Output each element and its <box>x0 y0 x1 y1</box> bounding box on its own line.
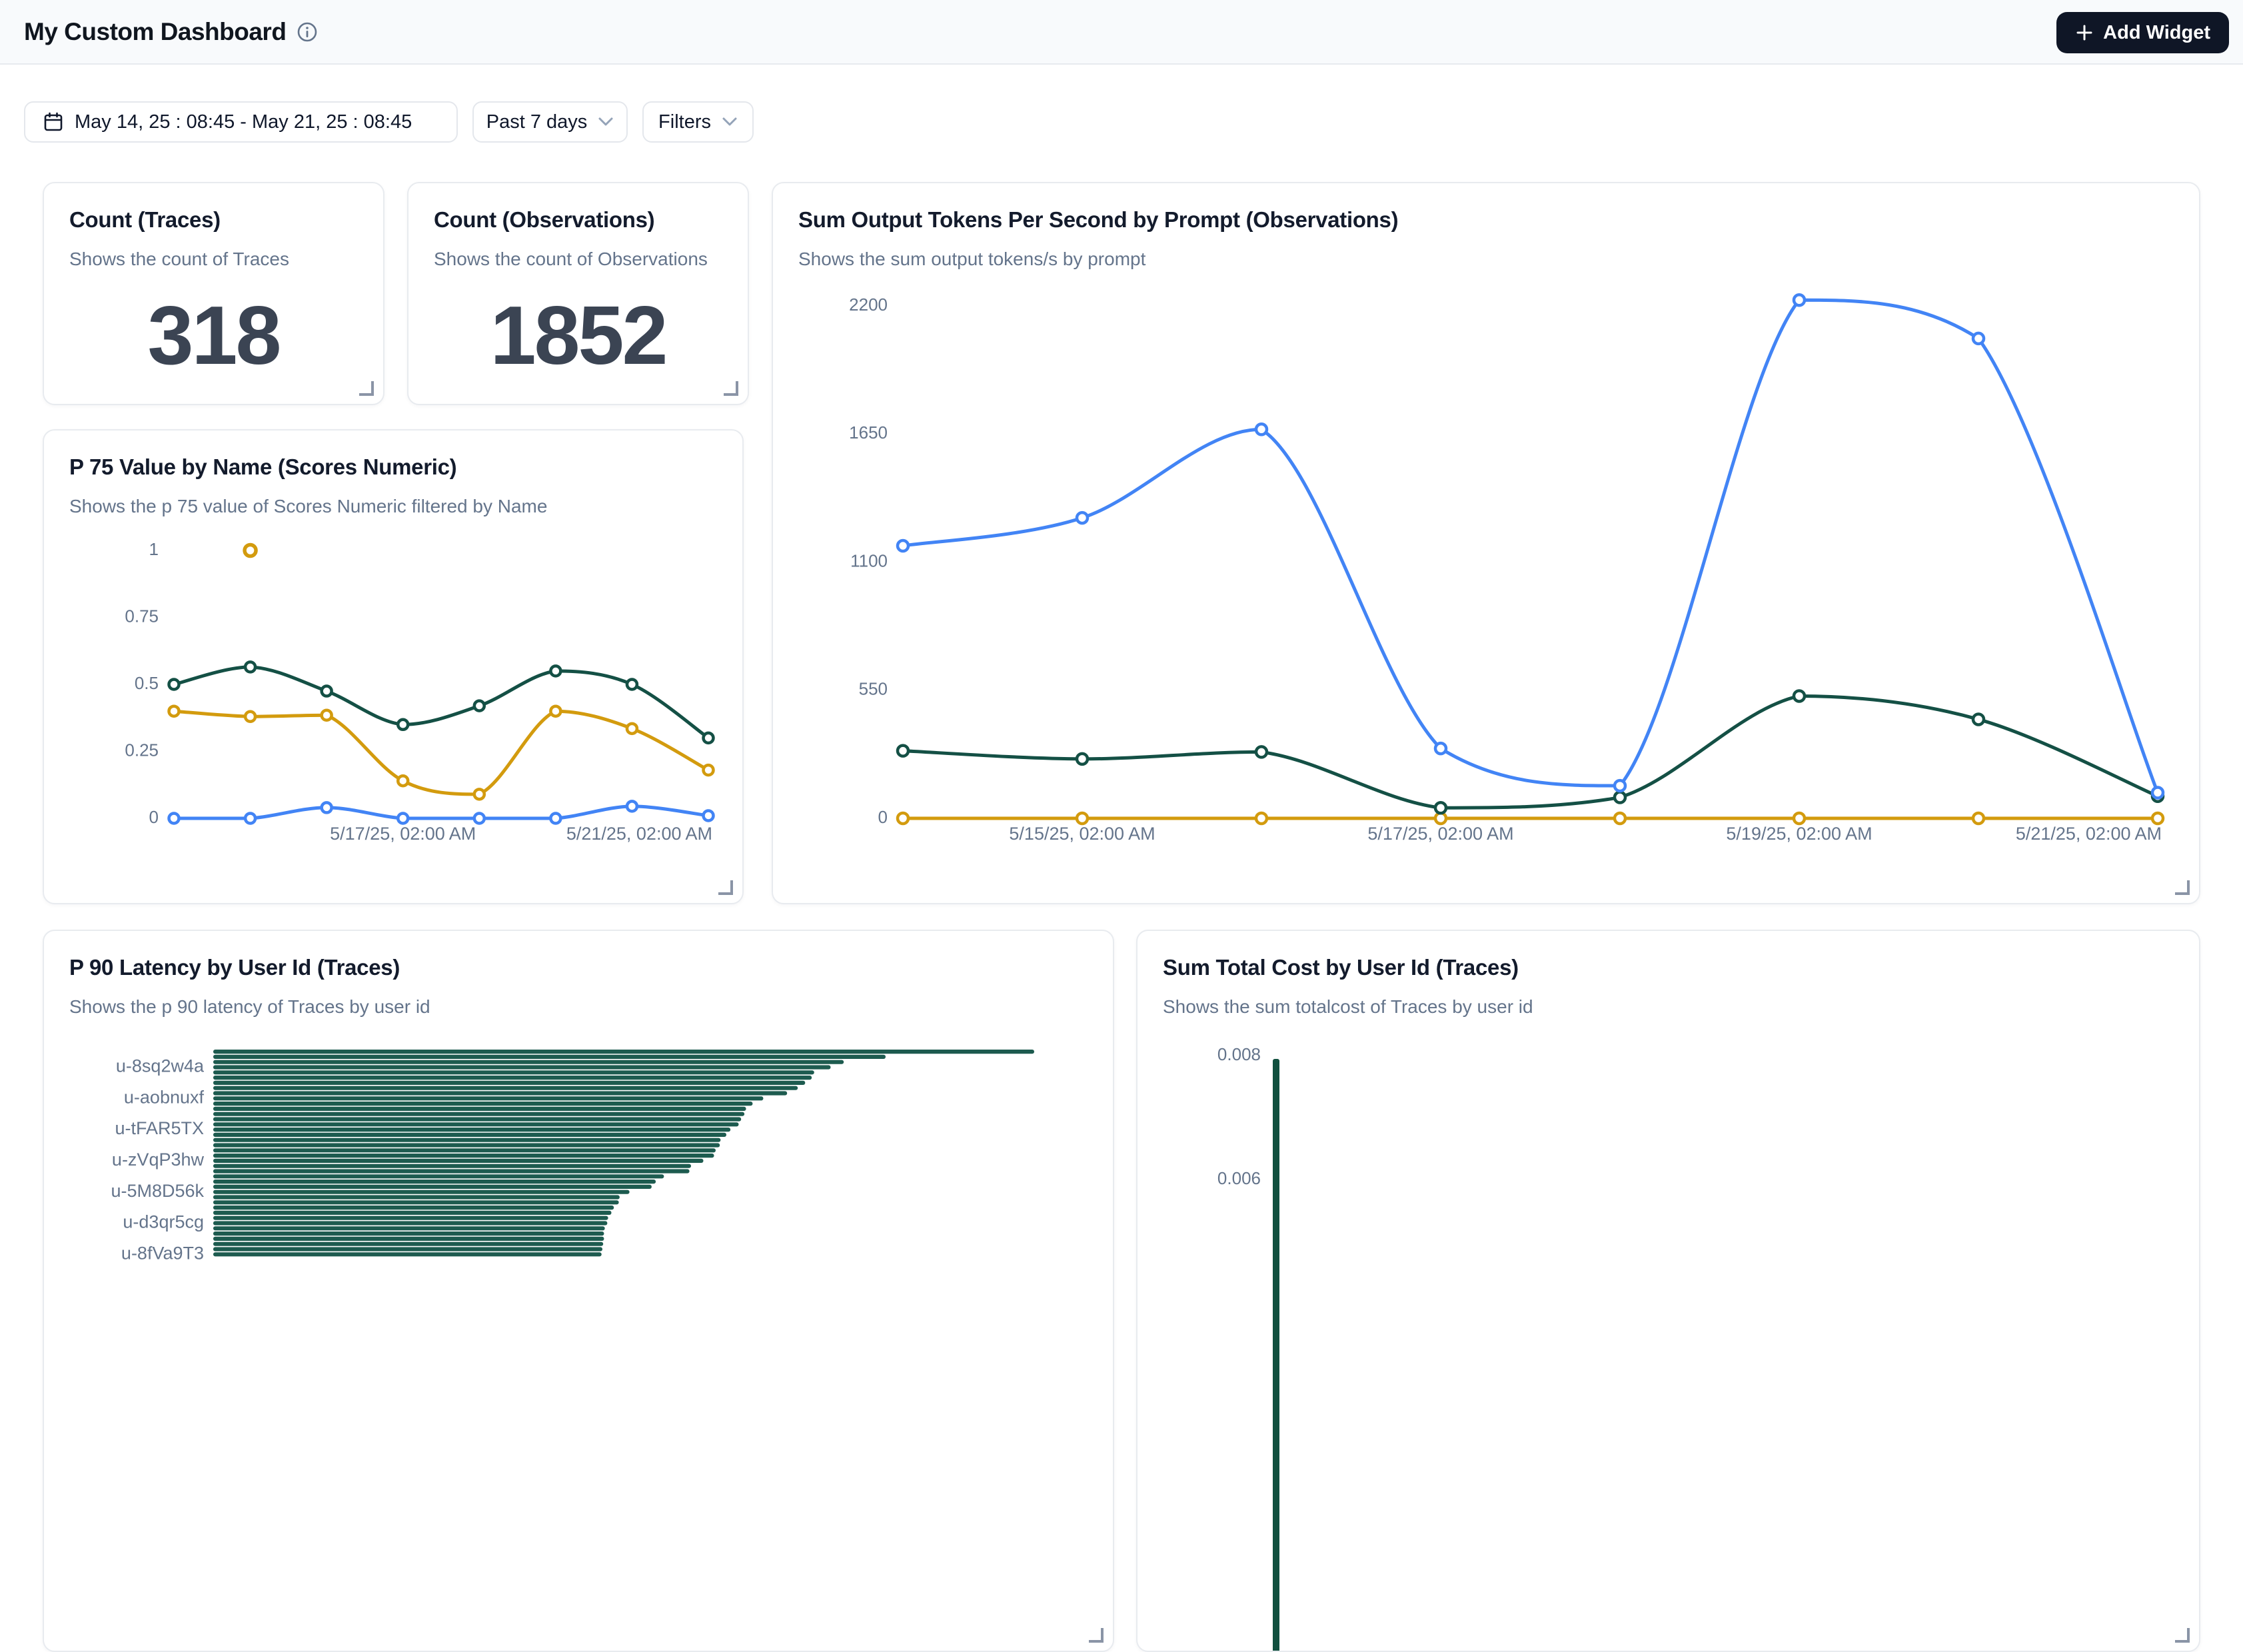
svg-text:550: 550 <box>859 679 888 699</box>
svg-text:0.008: 0.008 <box>1217 1044 1261 1064</box>
add-widget-button[interactable]: Add Widget <box>2056 12 2229 53</box>
svg-text:u-zVqP3hw: u-zVqP3hw <box>112 1150 205 1170</box>
svg-text:0.75: 0.75 <box>125 606 159 626</box>
svg-text:0.5: 0.5 <box>135 673 159 693</box>
resize-handle-icon[interactable] <box>724 381 738 396</box>
resize-handle-icon[interactable] <box>2175 880 2190 895</box>
range-preset-select[interactable]: Past 7 days <box>472 101 628 143</box>
p90-bar-chart: u-8sq2w4a u-aobnuxf u-tFAR5TX u-zVqP3hw u-5M… <box>44 931 1114 1652</box>
page-title: My Custom Dashboard <box>24 18 286 46</box>
svg-text:0: 0 <box>878 807 888 827</box>
chevron-down-icon <box>598 117 614 127</box>
svg-text:5/21/25, 02:00 AM: 5/21/25, 02:00 AM <box>566 824 712 844</box>
svg-text:0: 0 <box>149 807 159 827</box>
svg-text:1100: 1100 <box>850 550 888 570</box>
svg-text:5/19/25, 02:00 AM: 5/19/25, 02:00 AM <box>1726 824 1872 844</box>
widget-subtitle: Shows the count of Traces <box>69 249 358 270</box>
plus-icon <box>2075 23 2094 42</box>
widget-sum-output-tokens: Sum Output Tokens Per Second by Prompt (… <box>772 182 2200 904</box>
widget-sum-total-cost: Sum Total Cost by User Id (Traces) Shows… <box>1136 930 2200 1652</box>
filters-label: Filters <box>658 111 711 133</box>
date-range-value: May 14, 25 : 08:45 - May 21, 25 : 08:45 <box>75 111 412 133</box>
calendar-icon <box>43 111 64 133</box>
toolbar: May 14, 25 : 08:45 - May 21, 25 : 08:45 … <box>24 101 754 143</box>
date-range-picker[interactable]: May 14, 25 : 08:45 - May 21, 25 : 08:45 <box>24 101 458 143</box>
page-header: My Custom Dashboard Add Widget <box>0 0 2243 65</box>
resize-handle-icon[interactable] <box>718 880 733 895</box>
chevron-down-icon <box>722 117 738 127</box>
svg-text:5/17/25, 02:00 AM: 5/17/25, 02:00 AM <box>1367 824 1513 844</box>
sum-cost-bar-chart: 0.008 0.006 <box>1137 931 2200 1652</box>
svg-text:u-d3qr5cg: u-d3qr5cg <box>123 1212 204 1232</box>
svg-text:5/17/25, 02:00 AM: 5/17/25, 02:00 AM <box>330 824 476 844</box>
widget-count-observations: Count (Observations) Shows the count of … <box>407 182 749 405</box>
svg-text:5/21/25, 02:00 AM: 5/21/25, 02:00 AM <box>2016 824 2162 844</box>
svg-text:u-aobnuxf: u-aobnuxf <box>124 1087 205 1107</box>
svg-text:u-tFAR5TX: u-tFAR5TX <box>115 1118 204 1138</box>
svg-text:0.25: 0.25 <box>125 740 159 760</box>
widget-p90-latency: P 90 Latency by User Id (Traces) Shows t… <box>43 930 1114 1652</box>
add-widget-label: Add Widget <box>2103 22 2210 44</box>
info-icon[interactable] <box>297 21 318 43</box>
widget-p75-scores: P 75 Value by Name (Scores Numeric) Show… <box>43 429 744 904</box>
p75-line-chart: 0 0.25 0.5 0.75 1 5/17/25, 02:00 AM 5/21/25, 0… <box>44 430 744 904</box>
svg-text:u-5M8D56k: u-5M8D56k <box>111 1181 204 1201</box>
filters-button[interactable]: Filters <box>642 101 754 143</box>
svg-text:5/15/25, 02:00 AM: 5/15/25, 02:00 AM <box>1009 824 1155 844</box>
sum-output-line-chart: 0 550 1100 1650 2200 5/15/25, 02:00 AM 5/17/25… <box>773 183 2200 904</box>
big-number-value: 1852 <box>408 289 748 383</box>
svg-text:0.006: 0.006 <box>1217 1168 1261 1188</box>
big-number-value: 318 <box>44 289 383 383</box>
resize-handle-icon[interactable] <box>1089 1628 1104 1643</box>
resize-handle-icon[interactable] <box>359 381 374 396</box>
widget-count-traces: Count (Traces) Shows the count of Traces… <box>43 182 384 405</box>
svg-text:2200: 2200 <box>849 295 888 315</box>
widget-title: Count (Traces) <box>69 207 358 233</box>
widget-title: Count (Observations) <box>434 207 722 233</box>
svg-text:u-8fVa9T3: u-8fVa9T3 <box>121 1243 204 1263</box>
widget-subtitle: Shows the count of Observations <box>434 249 722 270</box>
svg-text:1650: 1650 <box>849 422 888 442</box>
range-preset-value: Past 7 days <box>486 111 588 133</box>
resize-handle-icon[interactable] <box>2175 1628 2190 1643</box>
svg-text:1: 1 <box>149 539 159 559</box>
svg-text:u-8sq2w4a: u-8sq2w4a <box>116 1056 205 1076</box>
